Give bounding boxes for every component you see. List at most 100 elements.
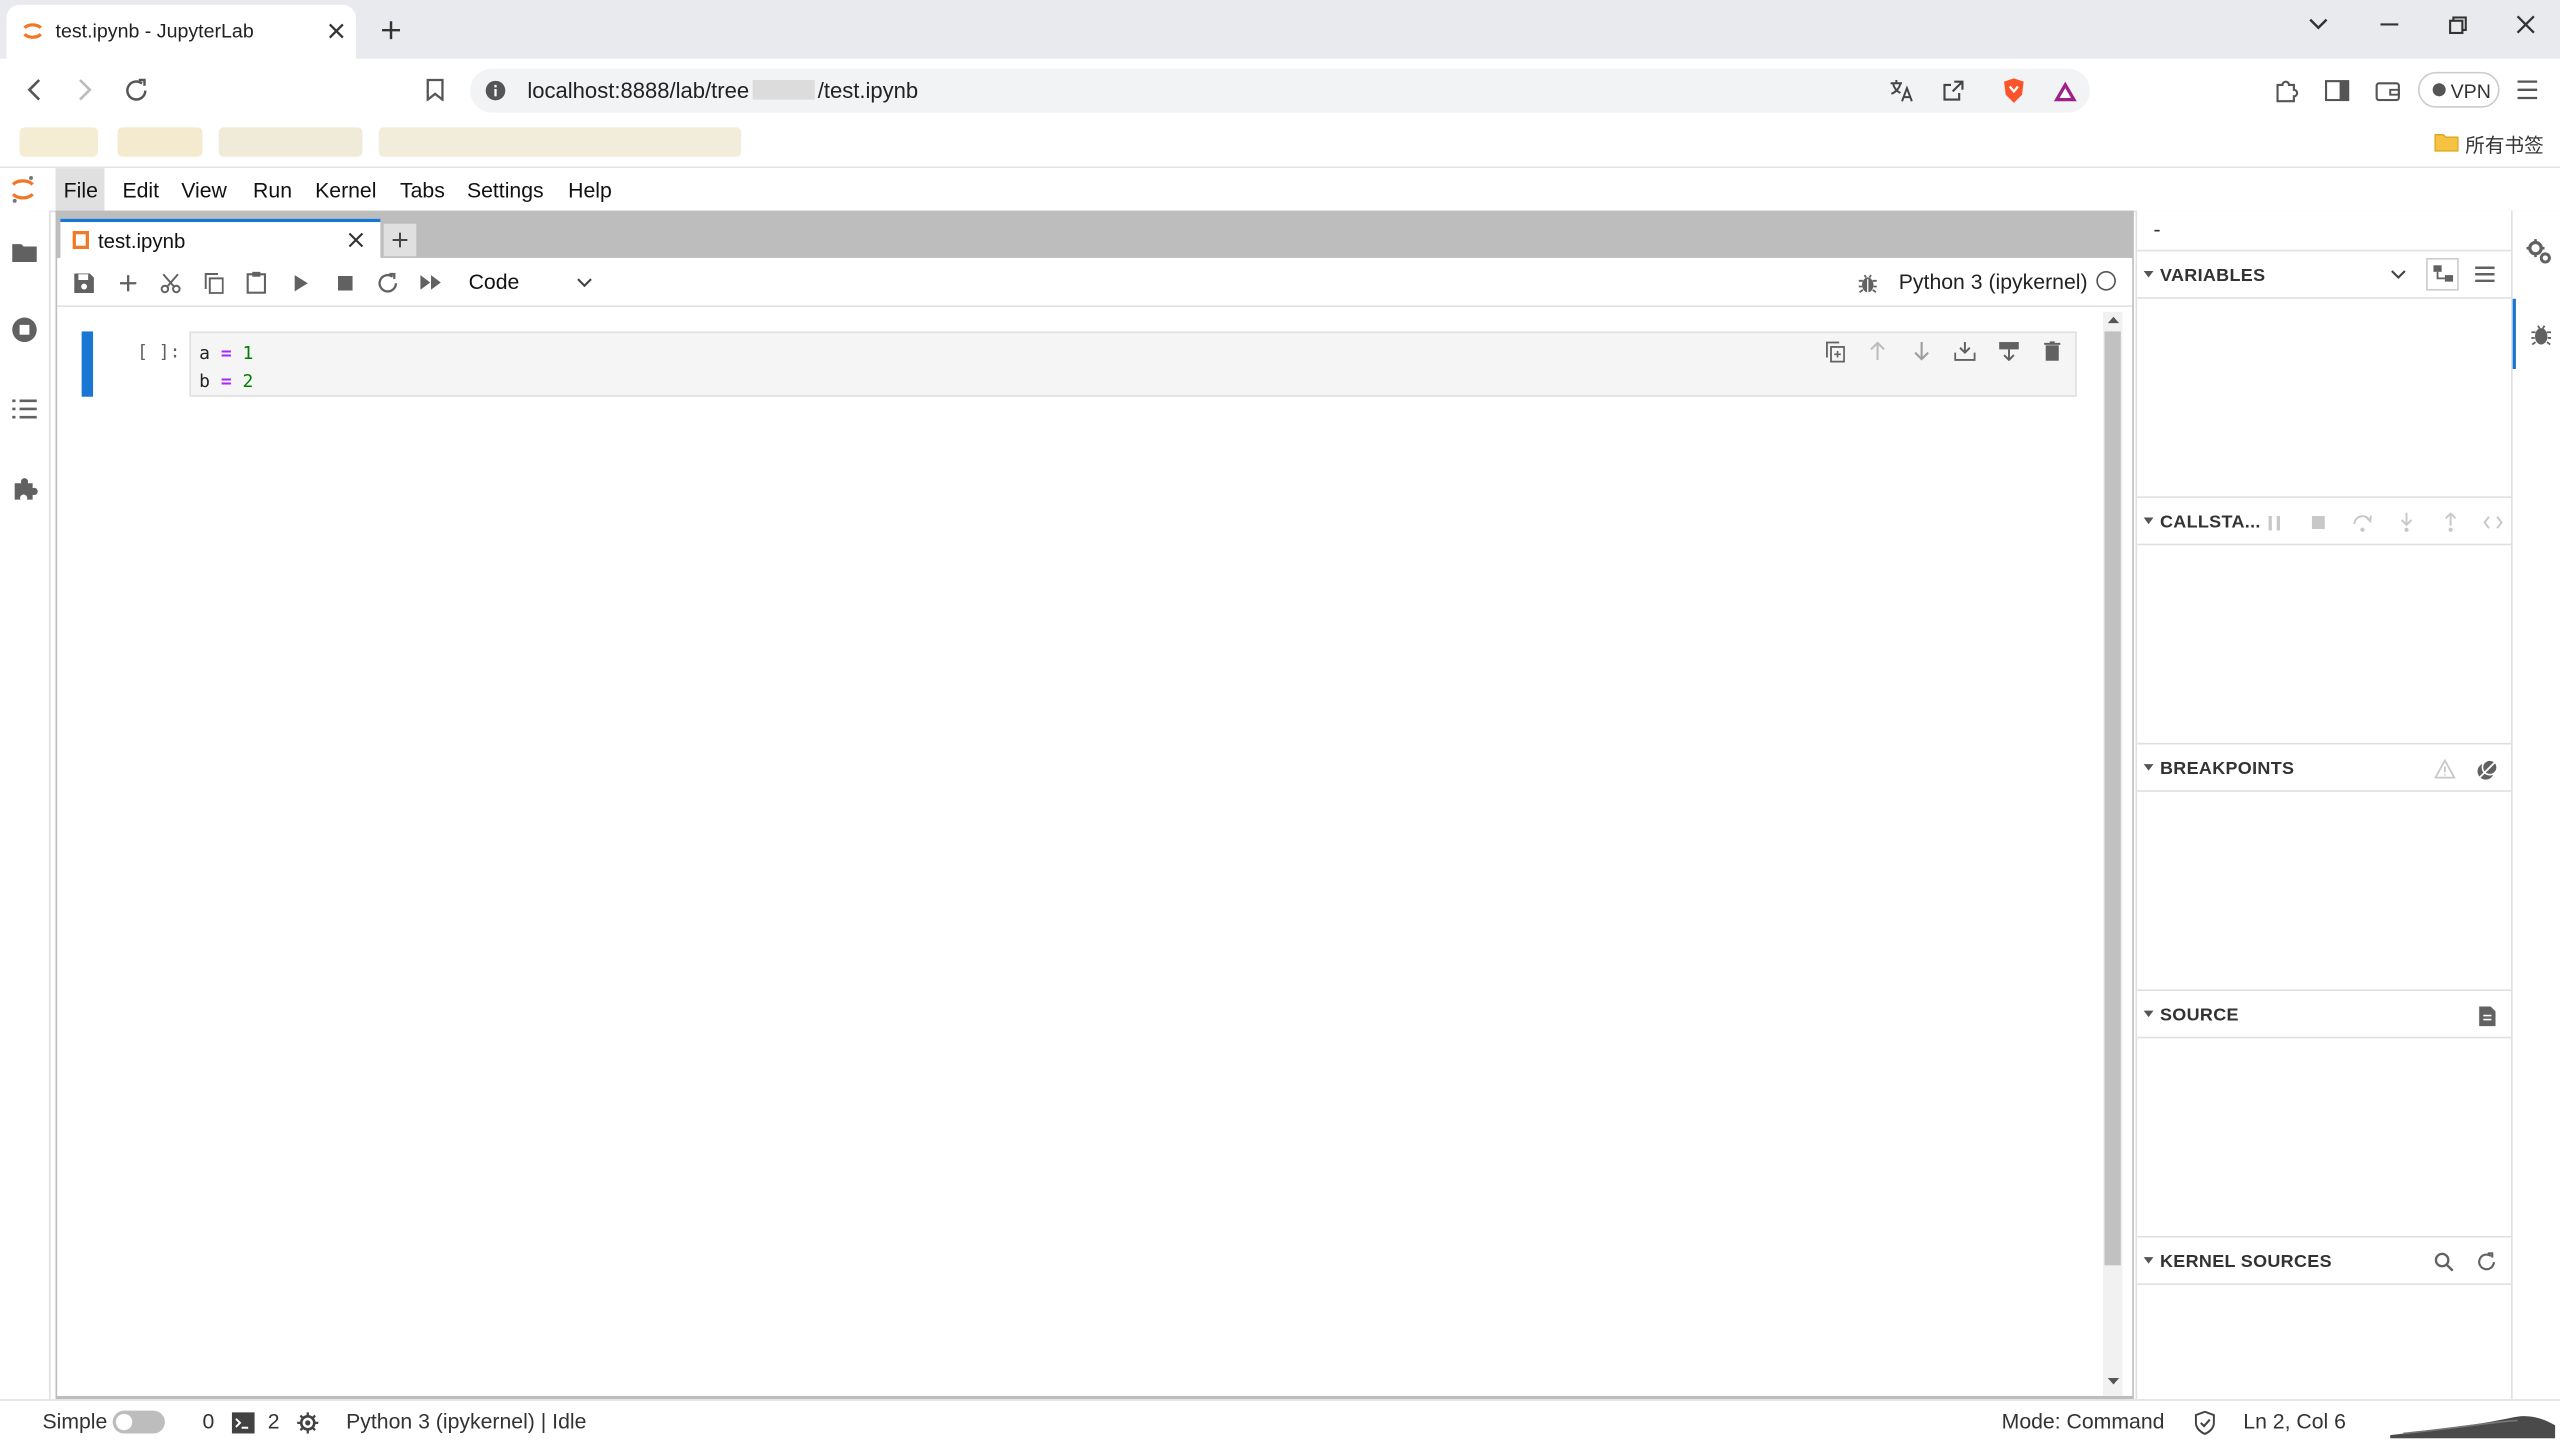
pause-icon[interactable] <box>2264 513 2284 533</box>
insert-cell-above-icon[interactable] <box>1951 338 1977 364</box>
step-out-icon[interactable] <box>2439 511 2462 534</box>
caret-down-icon[interactable] <box>2143 1257 2154 1264</box>
caret-down-icon[interactable] <box>2143 764 2154 771</box>
bookmark-item-blurred[interactable] <box>117 127 203 157</box>
brave-shields-icon[interactable] <box>1998 75 2027 106</box>
simple-mode-toggle[interactable] <box>112 1410 165 1434</box>
restart-run-all-icon[interactable] <box>418 269 444 295</box>
code-cell-editor[interactable]: a = 1 b = 2 <box>189 331 2077 397</box>
bookmark-item-blurred[interactable] <box>218 127 363 157</box>
bookmark-icon[interactable] <box>421 77 447 103</box>
back-icon[interactable] <box>21 77 47 103</box>
new-tab-icon[interactable] <box>377 16 403 42</box>
kernel-gear-icon[interactable] <box>294 1411 320 1434</box>
insert-cell-below-icon[interactable] <box>1995 338 2021 364</box>
kernel-name[interactable]: Python 3 (ipykernel) <box>1899 269 2088 293</box>
chevron-down-icon[interactable] <box>2387 263 2410 286</box>
menu-kernel[interactable]: Kernel <box>315 178 376 202</box>
terminal-icon[interactable] <box>230 1411 256 1434</box>
menu-settings[interactable]: Settings <box>467 178 544 202</box>
scroll-down-arrow-icon[interactable] <box>2104 1373 2120 1389</box>
open-in-main-area-icon[interactable] <box>2473 1004 2499 1027</box>
browser-menu-icon[interactable] <box>2514 77 2540 103</box>
restart-kernel-icon[interactable] <box>374 269 400 295</box>
menu-help[interactable]: Help <box>568 178 612 202</box>
close-tab-icon[interactable] <box>325 20 348 43</box>
cell-type-select[interactable]: Code <box>469 269 520 293</box>
paste-icon[interactable] <box>243 269 269 295</box>
evaluate-code-icon[interactable] <box>2482 511 2505 534</box>
minimize-icon[interactable] <box>2376 11 2402 37</box>
reload-icon[interactable] <box>122 77 148 103</box>
step-into-icon[interactable] <box>2395 511 2418 534</box>
new-launcher-icon[interactable] <box>383 223 417 257</box>
source-section-header[interactable]: SOURCE <box>2137 989 2512 1039</box>
breakpoints-section-header[interactable]: BREAKPOINTS <box>2137 742 2512 792</box>
all-bookmarks-label[interactable]: 所有书签 <box>2465 131 2543 159</box>
delete-cell-icon[interactable] <box>2039 338 2065 364</box>
close-window-icon[interactable] <box>2513 11 2539 37</box>
copy-icon[interactable] <box>201 269 227 295</box>
step-over-icon[interactable] <box>2351 511 2374 534</box>
table-view-icon[interactable] <box>2472 263 2498 286</box>
sidebar-toggle-icon[interactable] <box>2323 77 2349 103</box>
share-icon[interactable] <box>1940 77 1968 105</box>
cell-collapser[interactable] <box>81 331 94 397</box>
cursor-position[interactable]: Ln 2, Col 6 <box>2243 1409 2346 1433</box>
move-cell-down-icon[interactable] <box>1909 338 1935 364</box>
extension-manager-icon[interactable] <box>8 472 41 505</box>
bookmark-item-blurred[interactable] <box>19 127 98 157</box>
bookmark-item-blurred[interactable] <box>378 127 742 157</box>
variables-section-header[interactable]: VARIABLES <box>2137 249 2512 299</box>
insert-cell-icon[interactable] <box>114 269 140 295</box>
stop-icon[interactable] <box>2309 513 2329 533</box>
scrollbar-thumb[interactable] <box>2104 331 2121 1266</box>
menu-edit[interactable]: Edit <box>122 178 159 202</box>
translate-icon[interactable] <box>1887 77 1915 105</box>
scroll-up-arrow-icon[interactable] <box>2104 312 2120 328</box>
tab-test-ipynb[interactable]: test.ipynb <box>60 218 381 260</box>
remove-breakpoints-icon[interactable] <box>2473 756 2499 782</box>
debugger-sidebar-tab[interactable] <box>2512 298 2560 369</box>
notebook-panel[interactable] <box>57 306 2133 1396</box>
caret-down-icon[interactable] <box>2143 1010 2154 1018</box>
file-browser-icon[interactable] <box>8 237 41 266</box>
pause-on-exceptions-icon[interactable] <box>2431 758 2457 781</box>
save-icon[interactable] <box>70 269 96 295</box>
move-cell-up-icon[interactable] <box>1864 338 1890 364</box>
site-info-icon[interactable] <box>483 78 507 102</box>
chevron-down-icon[interactable] <box>573 271 596 294</box>
caret-down-icon[interactable] <box>2143 271 2154 278</box>
vpn-button[interactable]: VPN <box>2417 71 2500 108</box>
browser-tab[interactable]: test.ipynb - JupyterLab <box>6 4 356 59</box>
debugger-bug-icon[interactable] <box>1855 269 1881 295</box>
menu-run[interactable]: Run <box>253 178 292 202</box>
menu-file[interactable]: File <box>64 178 98 202</box>
brave-rewards-icon[interactable] <box>2051 77 2080 105</box>
address-bar[interactable]: localhost:8888/lab/tree/test.ipynb <box>470 68 2090 113</box>
duplicate-cell-icon[interactable] <box>1822 338 1848 364</box>
property-inspector-icon[interactable] <box>2524 237 2553 266</box>
forward-icon[interactable] <box>72 77 98 103</box>
running-kernels-icon[interactable] <box>8 313 41 346</box>
tab-search-chevron-icon[interactable] <box>2305 11 2331 37</box>
table-of-contents-icon[interactable] <box>8 393 41 422</box>
terminals-count[interactable]: 0 <box>202 1409 214 1433</box>
interrupt-kernel-icon[interactable] <box>331 269 357 295</box>
extensions-icon[interactable] <box>2273 77 2299 103</box>
run-cell-icon[interactable] <box>287 269 313 295</box>
close-notebook-tab-icon[interactable] <box>346 230 366 250</box>
caret-down-icon[interactable] <box>2143 517 2154 525</box>
menu-tabs[interactable]: Tabs <box>400 178 445 202</box>
callstack-section-header[interactable]: CALLSTA... <box>2137 496 2512 546</box>
trusted-shield-icon[interactable] <box>2191 1409 2217 1435</box>
refresh-icon[interactable] <box>2473 1251 2499 1274</box>
wallet-icon[interactable] <box>2374 77 2400 103</box>
kernels-count[interactable]: 2 <box>268 1409 280 1433</box>
tree-view-icon[interactable] <box>2426 257 2459 291</box>
kernel-sources-section-header[interactable]: KERNEL SOURCES <box>2137 1235 2512 1285</box>
kernel-status[interactable]: Python 3 (ipykernel) | Idle <box>346 1409 586 1433</box>
search-icon[interactable] <box>2431 1251 2457 1274</box>
menu-view[interactable]: View <box>181 178 227 202</box>
cut-icon[interactable] <box>157 269 183 295</box>
